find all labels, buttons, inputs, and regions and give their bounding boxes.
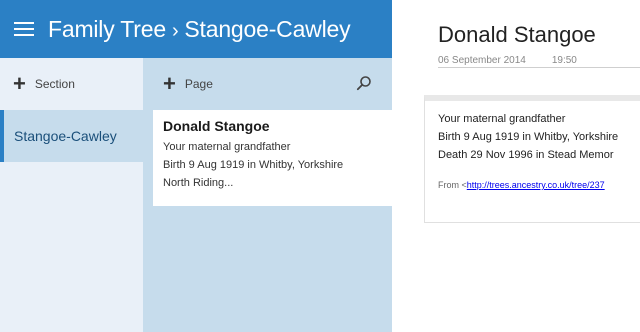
page-item-title: Donald Stangoe: [163, 118, 270, 134]
page-item-preview-line: North Riding...: [163, 177, 234, 189]
section-item-stangoe-cawley[interactable]: Stangoe-Cawley: [0, 110, 143, 162]
note-meta: 06 September 2014 19:50: [438, 55, 577, 66]
note-date: 06 September 2014: [438, 55, 526, 66]
note-source-link[interactable]: http://trees.ancestry.co.uk/tree/237: [467, 180, 605, 190]
note-source: From <http://trees.ancestry.co.uk/tree/2…: [438, 180, 605, 190]
note-body-line: Death 29 Nov 1996 in Stead Memor: [438, 149, 614, 161]
note-body-line: Birth 9 Aug 1919 in Whitby, Yorkshire: [438, 131, 619, 143]
add-page-button[interactable]: + Page: [143, 58, 392, 110]
note-title[interactable]: Donald Stangoe: [438, 22, 596, 48]
note-body[interactable]: Your maternal grandfather Birth 9 Aug 19…: [438, 110, 618, 164]
note-body-line: Your maternal grandfather: [438, 113, 566, 125]
add-section-button[interactable]: + Section: [0, 58, 143, 110]
pages-panel: + Page Donald Stangoe Your maternal gran…: [143, 58, 392, 332]
note-title-divider: [438, 67, 640, 68]
page-item-preview-line: Your maternal grandfather: [163, 141, 291, 153]
breadcrumb: Family Tree › Stangoe-Cawley: [48, 16, 351, 43]
plus-icon: +: [13, 71, 26, 96]
note-time: 19:50: [551, 55, 577, 66]
breadcrumb-separator: ›: [171, 19, 179, 42]
page-item-donald-stangoe[interactable]: Donald Stangoe Your maternal grandfather…: [153, 110, 392, 206]
breadcrumb-section[interactable]: Stangoe-Cawley: [184, 16, 350, 42]
breadcrumb-notebook[interactable]: Family Tree: [48, 16, 166, 42]
add-section-label: Section: [34, 77, 75, 91]
app-header: Family Tree › Stangoe-Cawley: [0, 0, 392, 58]
plus-icon: +: [163, 71, 176, 96]
note-canvas[interactable]: Donald Stangoe 06 September 2014 19:50 Yo…: [392, 0, 640, 332]
hamburger-menu-icon[interactable]: [14, 21, 34, 37]
search-icon[interactable]: [356, 75, 372, 91]
sections-panel: + Section Stangoe-Cawley: [0, 58, 143, 332]
page-item-preview-line: Birth 9 Aug 1919 in Whitby, Yorkshire: [163, 159, 344, 171]
note-source-label: From <: [438, 180, 467, 190]
add-page-label: Page: [184, 77, 213, 91]
section-item-label: Stangoe-Cawley: [14, 128, 117, 144]
